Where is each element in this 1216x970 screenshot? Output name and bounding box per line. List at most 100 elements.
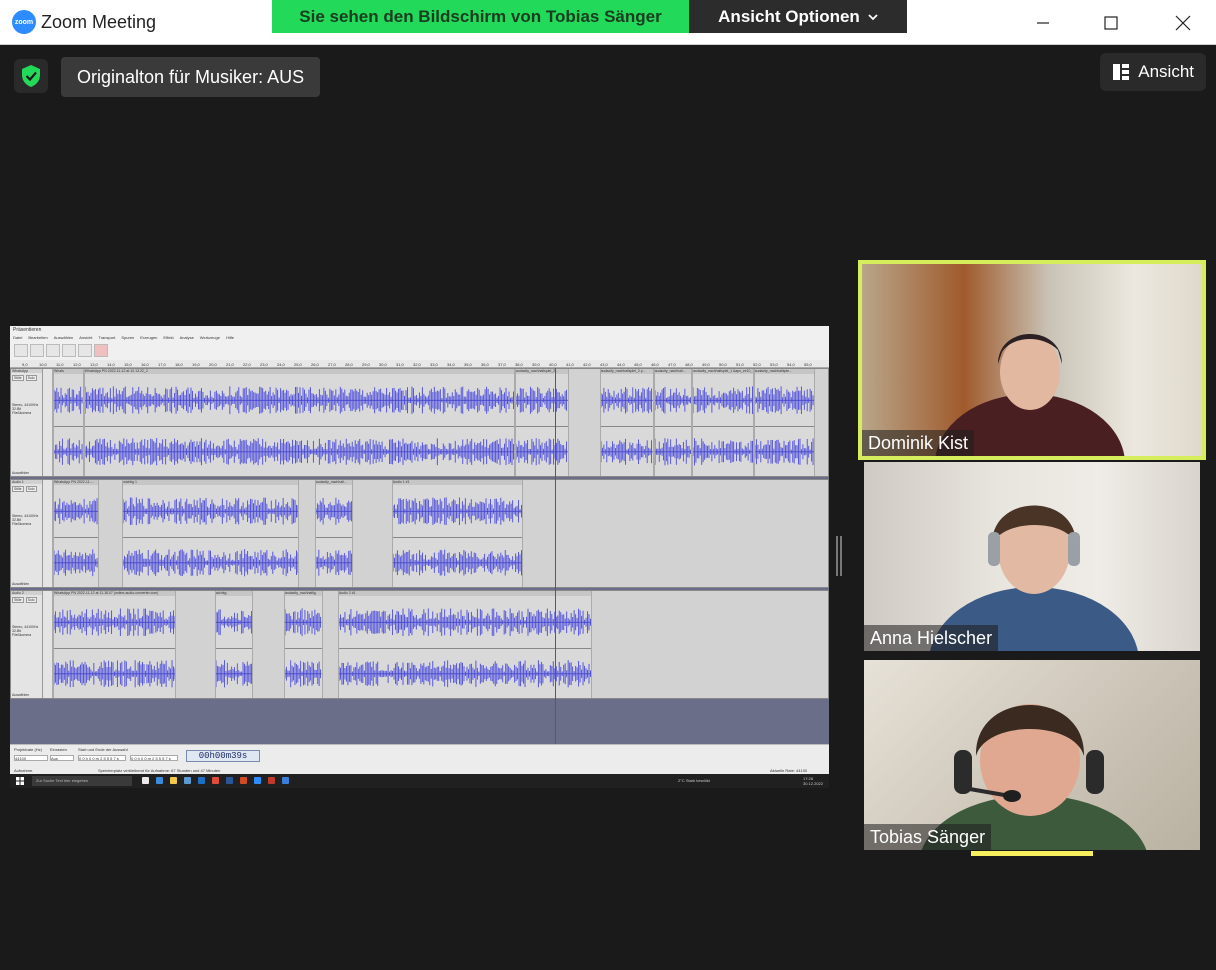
zoom-taskbar-icon[interactable]	[254, 777, 261, 784]
skip-start-button[interactable]	[62, 344, 76, 357]
clip-label[interactable]: WhatsApp PN 2022-11-...	[54, 480, 99, 485]
maximize-button[interactable]	[1088, 0, 1134, 45]
windows-start-icon[interactable]	[16, 777, 24, 785]
track-solo-button[interactable]: Solo	[25, 375, 37, 381]
pause-button[interactable]	[14, 344, 28, 357]
weather-widget[interactable]: 2°C Stark bewölkt	[678, 778, 710, 783]
shared-screen[interactable]: Präsentieren Datei Bearbeiten Auswählen Ans…	[10, 326, 829, 788]
audio-clip[interactable]: Audio 2 #1	[337, 591, 592, 698]
clip-label[interactable]: Audio 1 #1	[392, 480, 522, 485]
menu-item[interactable]: Spuren	[121, 335, 134, 340]
view-options-button[interactable]: Ansicht Optionen	[689, 0, 907, 33]
clip-label[interactable]: WhatsApp PN 2022-11-12 at 11.18.07 (onli…	[54, 591, 176, 596]
stop-button[interactable]	[46, 344, 60, 357]
track-select-button[interactable]: Auswählen	[12, 693, 29, 697]
audio-clip[interactable]: audacity_nachhallig	[284, 591, 323, 698]
audio-track[interactable]: Audio 1 Stille Solo Stereo, 44100Hz 32-Bit …	[10, 479, 829, 588]
edge-icon[interactable]	[156, 777, 163, 784]
audio-clip[interactable]: audacity_nachhallspiel_1 Aaps_ze10_1	[692, 369, 754, 476]
clip-label[interactable]: wichtig 1	[123, 480, 299, 485]
audio-clip[interactable]: wichtig	[214, 591, 254, 698]
task-view-icon[interactable]	[142, 777, 149, 784]
audio-clip[interactable]: Whats	[53, 369, 84, 476]
participant-video-tile[interactable]: Anna Hielscher	[864, 462, 1200, 651]
track-stille-button[interactable]: Stille	[12, 597, 24, 603]
taskbar-search-box[interactable]: Zur Suche Text hier eingeben	[32, 776, 132, 786]
store-icon[interactable]	[184, 777, 191, 784]
powerpoint-icon[interactable]	[240, 777, 247, 784]
clip-label[interactable]: audacity_nachhallig	[285, 591, 322, 596]
clip-label[interactable]: audacity_nachhallspie...	[754, 369, 815, 374]
track-solo-button[interactable]: Solo	[25, 486, 37, 492]
selection-start-field[interactable]: 0 0 h 0 0 m 2 5 5 5 7 s	[78, 755, 126, 761]
participant-video-tile[interactable]: Tobias Sänger	[864, 660, 1200, 850]
menu-item[interactable]: Datei	[13, 335, 22, 340]
clip-label[interactable]: Audio 2 #1	[338, 591, 591, 596]
audio-clip[interactable]: audacity_nachhall...	[653, 369, 693, 476]
audio-clip[interactable]: WhatsApp PN 2022-11-12 at 11.18.07 (onli…	[53, 591, 177, 698]
clip-label[interactable]: audacity_nachhallspiel_1 Aaps_ze10_1	[693, 369, 753, 374]
clip-label[interactable]: Whats	[54, 369, 83, 374]
clip-label[interactable]: audacity_nachhallspiel_2 p...	[600, 369, 653, 374]
audio-clip[interactable]: audacity_nachhallspiel_2...	[515, 369, 569, 476]
play-button[interactable]	[30, 344, 44, 357]
original-sound-button[interactable]: Originalton für Musiker: AUS	[61, 57, 321, 97]
menu-item[interactable]: Ansicht	[79, 335, 92, 340]
audio-clip[interactable]: audacity_nachhallspiel_2 p...	[599, 369, 654, 476]
audio-clip[interactable]: audacity_nachhallspie...	[753, 369, 816, 476]
minimize-button[interactable]	[1020, 0, 1066, 45]
menu-item[interactable]: Transport	[98, 335, 115, 340]
ruler-tick-label: 16,0	[141, 362, 149, 367]
clip-label[interactable]: WhatsApp PN 2022-11-12 at 10.13.22_2	[84, 369, 514, 374]
close-button[interactable]	[1160, 0, 1206, 45]
track-solo-button[interactable]: Solo	[25, 597, 37, 603]
project-rate-select[interactable]: 44100	[14, 755, 48, 761]
snap-select[interactable]: Aus	[50, 755, 74, 761]
chrome-icon[interactable]	[212, 777, 219, 784]
word-icon[interactable]	[226, 777, 233, 784]
track-control-panel[interactable]: WhatsApp Stille Solo Stereo, 44100Hz 32-Bit…	[11, 369, 43, 476]
system-clock[interactable]: 17:28 30.12.2022	[803, 776, 823, 786]
track-name[interactable]: Audio 1	[11, 480, 42, 484]
audio-clip[interactable]: wichtig 1	[122, 480, 300, 587]
audio-track[interactable]: WhatsApp Stille Solo Stereo, 44100Hz 32-Bit…	[10, 368, 829, 477]
menu-item[interactable]: Werkzeuge	[200, 335, 220, 340]
clip-label[interactable]: wichtig	[215, 591, 253, 596]
timeline-ruler[interactable]: 9,0 10,0 11,0 12,0 13,0 14,0 15,0 16,0 17,0 18,0 1…	[10, 360, 829, 368]
audacity-taskbar-icon[interactable]	[268, 777, 275, 784]
menu-item[interactable]: Bearbeiten	[28, 335, 47, 340]
clip-label[interactable]: audacity_nachhallspiel_2...	[516, 369, 568, 374]
track-control-panel[interactable]: Audio 2 Stille Solo Stereo, 44100Hz 32-Bit …	[11, 591, 43, 698]
track-select-button[interactable]: Auswählen	[12, 471, 29, 475]
audio-clip[interactable]: WhatsApp PN 2022-11-12 at 10.13.22_2	[83, 369, 515, 476]
view-button[interactable]: Ansicht	[1100, 53, 1206, 91]
menu-item[interactable]: Erzeugen	[140, 335, 157, 340]
record-button[interactable]	[94, 344, 108, 357]
participant-video-tile[interactable]: Dominik Kist	[858, 260, 1206, 460]
mail-icon[interactable]	[198, 777, 205, 784]
menu-item[interactable]: Analyse	[180, 335, 194, 340]
skip-end-button[interactable]	[78, 344, 92, 357]
split-resize-handle[interactable]	[836, 536, 842, 576]
track-stille-button[interactable]: Stille	[12, 375, 24, 381]
audio-clip[interactable]: WhatsApp PN 2022-11-...	[53, 480, 100, 587]
app-taskbar-icon[interactable]	[282, 777, 289, 784]
clip-label[interactable]: audacity_nachhall...	[315, 480, 353, 485]
file-explorer-icon[interactable]	[170, 777, 177, 784]
menu-item[interactable]: Effekt	[163, 335, 173, 340]
track-select-button[interactable]: Auswählen	[12, 582, 29, 586]
track-name[interactable]: WhatsApp	[11, 369, 42, 373]
menu-item[interactable]: Hilfe	[226, 335, 234, 340]
track-name[interactable]: Audio 2	[11, 591, 42, 595]
audio-clip[interactable]: audacity_nachhall...	[314, 480, 354, 587]
selection-end-field[interactable]: 0 0 h 0 0 m 2 5 5 5 7 s	[130, 755, 178, 761]
track-area[interactable]: WhatsApp Stille Solo Stereo, 44100Hz 32-Bit…	[10, 368, 829, 744]
menu-item[interactable]: Auswählen	[54, 335, 74, 340]
ruler-tick-label: 46,0	[651, 362, 659, 367]
track-control-panel[interactable]: Audio 1 Stille Solo Stereo, 44100Hz 32-Bit …	[11, 480, 43, 587]
audio-clip[interactable]: Audio 1 #1	[391, 480, 523, 587]
encryption-shield-button[interactable]	[14, 59, 48, 93]
clip-label[interactable]: audacity_nachhall...	[654, 369, 692, 374]
audio-track[interactable]: Audio 2 Stille Solo Stereo, 44100Hz 32-Bit …	[10, 590, 829, 699]
track-stille-button[interactable]: Stille	[12, 486, 24, 492]
